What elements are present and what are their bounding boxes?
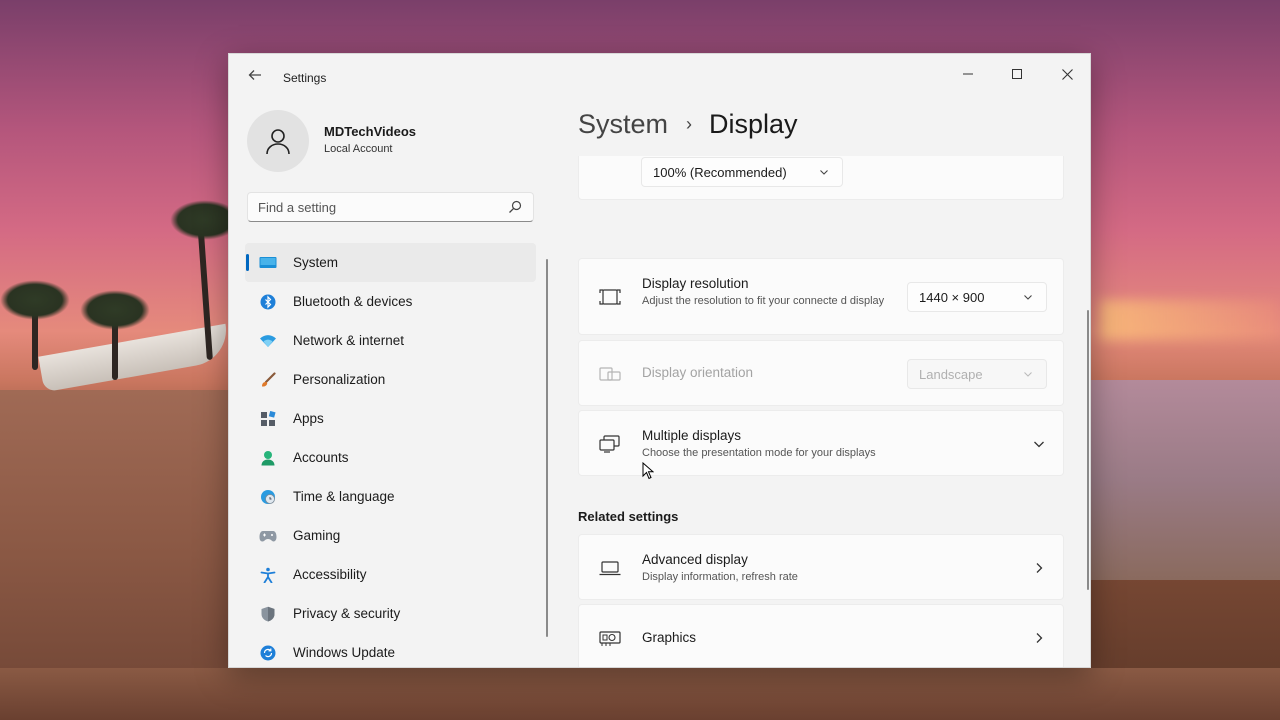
sidebar-item-label: Time & language: [293, 489, 395, 504]
avatar: [247, 110, 309, 172]
graphics-title: Graphics: [642, 630, 697, 645]
multiple-displays-title: Multiple displays: [642, 428, 742, 443]
chevron-down-icon: [1024, 295, 1032, 300]
graphics-card[interactable]: Graphics: [578, 604, 1064, 667]
sidebar-item-label: Apps: [293, 411, 324, 426]
maximize-button[interactable]: [994, 58, 1040, 90]
search-box[interactable]: Find a setting: [247, 192, 534, 222]
sidebar-nav: System Bluetooth & devices Network & int…: [245, 243, 536, 667]
resolution-card: Display resolution Adjust the resolution…: [578, 258, 1064, 335]
back-button[interactable]: [243, 66, 267, 90]
scale-dropdown[interactable]: 100% (Recommended): [641, 157, 843, 187]
multiple-displays-icon: [598, 432, 622, 456]
resolution-dropdown[interactable]: 1440 × 900: [907, 282, 1047, 312]
advanced-display-title: Advanced display: [642, 552, 748, 567]
title-bar: Settings: [229, 54, 1090, 100]
resolution-value: 1440 × 900: [919, 289, 985, 305]
update-icon: [259, 644, 277, 662]
sidebar-item-accounts[interactable]: Accounts: [245, 438, 536, 477]
sidebar-item-label: Accounts: [293, 450, 349, 465]
advanced-display-card[interactable]: Advanced display Display information, re…: [578, 534, 1064, 600]
chevron-down-icon: [820, 170, 828, 175]
app-title: Settings: [283, 71, 327, 85]
sidebar-item-windows-update[interactable]: Windows Update: [245, 633, 536, 667]
sidebar-item-personalization[interactable]: Personalization: [245, 360, 536, 399]
minimize-button[interactable]: [945, 58, 991, 90]
apps-icon: [259, 410, 277, 428]
sidebar-item-bluetooth[interactable]: Bluetooth & devices: [245, 282, 536, 321]
breadcrumb-parent[interactable]: System: [578, 109, 668, 140]
back-arrow-icon: [248, 70, 261, 80]
scale-card: 100% (Recommended): [578, 156, 1064, 200]
chevron-right-icon: [1031, 560, 1047, 576]
sidebar-item-system[interactable]: System: [245, 243, 536, 282]
gamepad-icon: [259, 527, 277, 545]
search-input[interactable]: Find a setting: [258, 200, 336, 215]
sidebar-item-gaming[interactable]: Gaming: [245, 516, 536, 555]
scale-value: 100% (Recommended): [653, 164, 787, 180]
globe-clock-icon: [259, 488, 277, 506]
sidebar-item-label: System: [293, 255, 339, 270]
close-icon: [1061, 68, 1073, 80]
bluetooth-icon: [259, 293, 277, 311]
sea: [1090, 380, 1280, 580]
breadcrumb-separator: ›: [686, 114, 693, 134]
account-icon: [259, 449, 277, 467]
chevron-down-icon: [1024, 372, 1032, 377]
brush-icon: [259, 371, 277, 389]
sidebar-item-label: Bluetooth & devices: [293, 294, 413, 309]
resolution-description: Adjust the resolution to fit your connec…: [642, 295, 885, 307]
sidebar-item-time-language[interactable]: Time & language: [245, 477, 536, 516]
sidebar-item-label: Privacy & security: [293, 606, 401, 621]
beach-foreground: [0, 668, 1280, 720]
main-content: 100% (Recommended) Display resolution Ad…: [578, 156, 1066, 667]
wifi-icon: [259, 332, 277, 350]
close-button[interactable]: [1044, 58, 1090, 90]
resolution-icon: [598, 285, 622, 309]
laptop-icon: [598, 556, 622, 580]
system-icon: [259, 254, 277, 272]
sidebar-item-label: Gaming: [293, 528, 341, 543]
sidebar-item-accessibility[interactable]: Accessibility: [245, 555, 536, 594]
advanced-display-description: Display information, refresh rate: [642, 571, 798, 583]
sidebar-item-label: Network & internet: [293, 333, 405, 348]
profile-name: MDTechVideos: [324, 124, 416, 139]
shield-icon: [259, 605, 277, 623]
orientation-title: Display orientation: [642, 365, 754, 380]
sidebar-item-label: Personalization: [293, 372, 386, 387]
settings-window: Settings MDTechVideos Local Account Find…: [228, 53, 1091, 668]
multiple-displays-description: Choose the presentation mode for your di…: [642, 447, 876, 459]
sidebar-item-network[interactable]: Network & internet: [245, 321, 536, 360]
minimize-icon: [963, 73, 973, 75]
orientation-dropdown[interactable]: Landscape: [907, 359, 1047, 389]
canoe: [38, 323, 232, 393]
sidebar-item-privacy[interactable]: Privacy & security: [245, 594, 536, 633]
orientation-card: Display orientation Landscape: [578, 340, 1064, 406]
sidebar-item-label: Windows Update: [293, 645, 396, 660]
graphics-card-icon: [598, 626, 622, 650]
sunset-glow: [1100, 300, 1280, 340]
sidebar-item-label: Accessibility: [293, 567, 367, 582]
breadcrumb: System › Display: [578, 109, 798, 140]
search-icon[interactable]: [507, 199, 523, 215]
chevron-right-icon: [1031, 630, 1047, 646]
orientation-value: Landscape: [919, 366, 983, 382]
related-settings-header: Related settings: [578, 509, 679, 524]
orientation-icon: [598, 362, 622, 386]
accessibility-icon: [259, 566, 277, 584]
sidebar-scrollbar[interactable]: [546, 259, 548, 637]
chevron-down-icon[interactable]: [1031, 436, 1047, 452]
page-title: Display: [709, 109, 798, 139]
person-icon: [266, 129, 290, 155]
resolution-title: Display resolution: [642, 276, 749, 291]
mouse-cursor-icon: [642, 462, 654, 480]
sidebar-item-apps[interactable]: Apps: [245, 399, 536, 438]
maximize-icon: [1012, 69, 1022, 79]
profile-account-type: Local Account: [324, 143, 393, 155]
main-scrollbar[interactable]: [1087, 310, 1089, 590]
